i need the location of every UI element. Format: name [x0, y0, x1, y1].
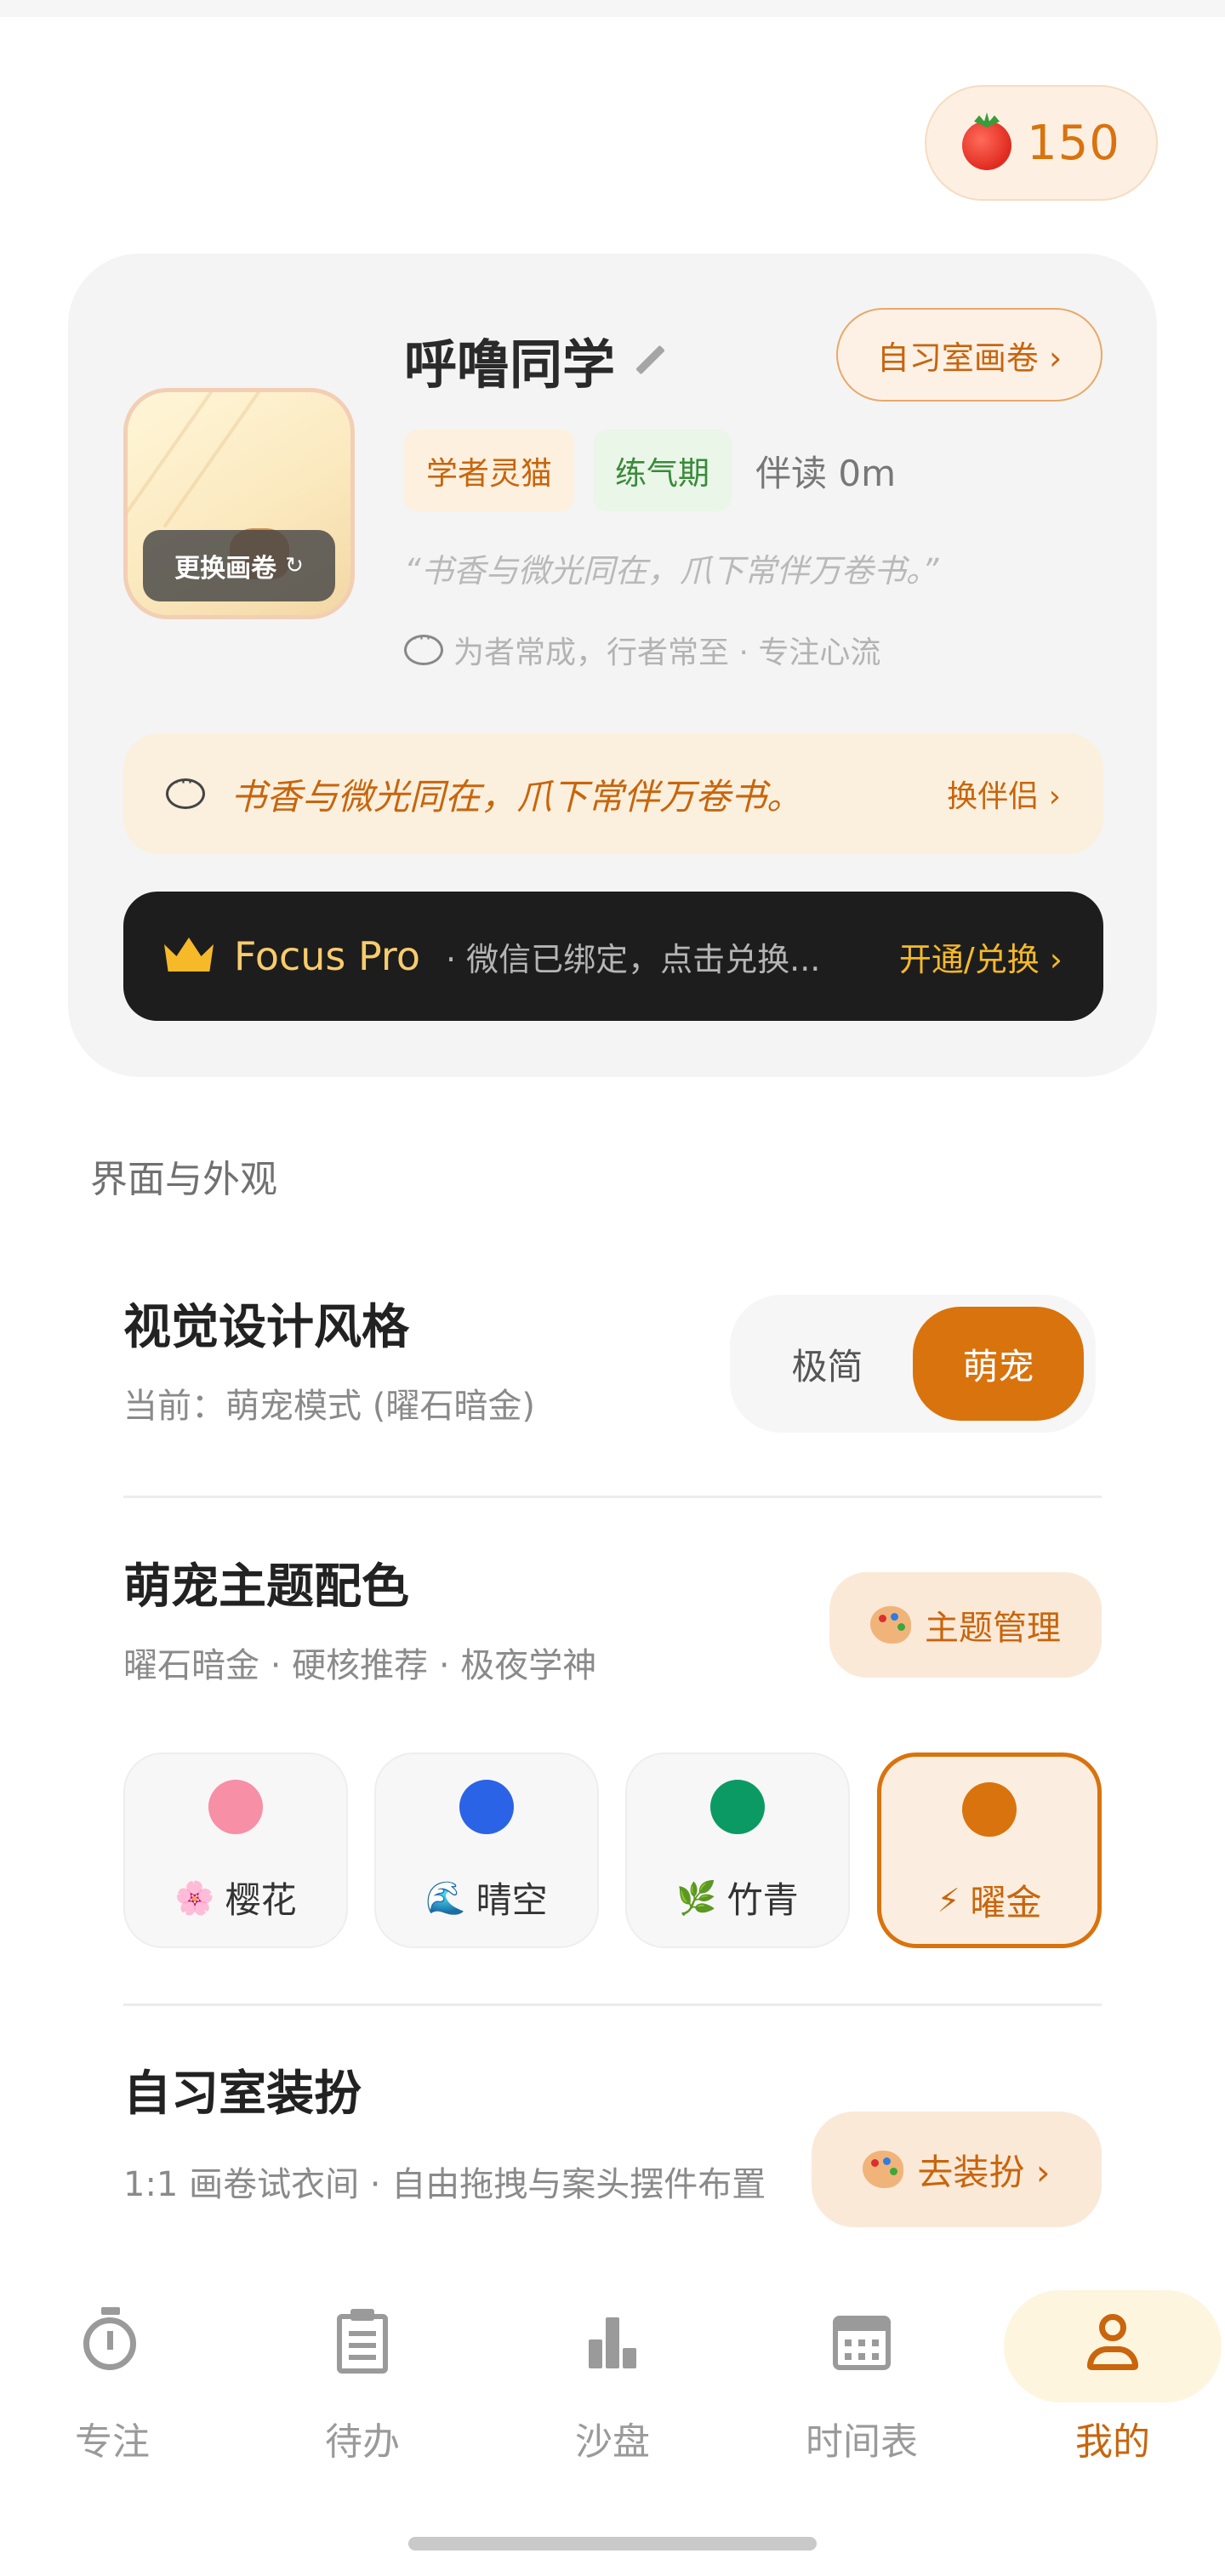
swatch-label: 樱花 — [225, 1879, 297, 1921]
style-row-subtitle: 当前：萌宠模式 (曜石暗金) — [123, 1387, 535, 1426]
theme-swatch-bamboo[interactable]: 🌿 竹青 — [625, 1752, 850, 1948]
divider — [123, 1496, 1102, 1498]
rank-tag: 学者灵猫 — [404, 430, 574, 511]
clipboard-icon — [328, 2307, 396, 2375]
pro-activate-link[interactable]: 开通/兑换 › — [899, 933, 1063, 980]
palette-icon — [863, 2151, 904, 2188]
wave-icon: 🌊 — [425, 1878, 466, 1917]
swatch-color-dot — [710, 1780, 765, 1834]
dress-row-title: 自习室装扮 — [123, 2066, 362, 2122]
nav-label: 沙盘 — [575, 2420, 650, 2464]
nav-item-me[interactable]: 我的 — [1002, 2263, 1223, 2467]
style-segmented-control: 极简 萌宠 — [730, 1295, 1096, 1433]
companion-banner[interactable]: 书香与微光同在，爪下常伴万卷书。 换伴侣 › — [123, 733, 1103, 854]
nav-label: 专注 — [75, 2420, 150, 2464]
divider — [123, 2003, 1102, 2006]
theme-row-title: 萌宠主题配色 — [123, 1559, 409, 1615]
theme-swatch-sky[interactable]: 🌊 晴空 — [374, 1752, 599, 1948]
crown-icon — [164, 938, 214, 975]
motto-text: 为者常成，行者常至 · 专注心流 — [453, 635, 881, 670]
nav-item-todo[interactable]: 待办 — [252, 2263, 473, 2467]
avatar[interactable]: 更换画卷 ↻ — [123, 388, 355, 619]
nav-item-schedule[interactable]: 时间表 — [751, 2263, 972, 2467]
theme-manage-label: 主题管理 — [925, 1609, 1061, 1648]
pro-subtitle: · 微信已绑定，点击兑换... — [445, 940, 821, 978]
nav-label: 时间表 — [806, 2420, 918, 2464]
study-room-gallery-button[interactable]: 自习室画卷 › — [836, 308, 1102, 402]
profile-quote: “书香与微光同在，爪下常伴万卷书。” — [404, 552, 939, 590]
lightning-icon: ⚡ — [937, 1881, 960, 1919]
style-option-minimal[interactable]: 极简 — [742, 1307, 913, 1421]
palette-icon — [870, 1606, 911, 1644]
tomato-count: 150 — [1027, 115, 1120, 171]
swatch-color-dot — [962, 1782, 1017, 1837]
nav-label: 待办 — [325, 2420, 400, 2464]
person-icon — [1079, 2307, 1147, 2375]
swatch-color-dot — [208, 1780, 263, 1834]
chat-bubble-icon — [404, 629, 443, 665]
section-title-appearance: 界面与外观 — [90, 1158, 277, 1201]
status-strip — [0, 0, 1225, 17]
change-scroll-button[interactable]: 更换画卷 ↻ — [143, 530, 335, 601]
swatch-label: 竹青 — [726, 1879, 799, 1921]
cherry-blossom-icon: 🌸 — [174, 1878, 215, 1917]
focus-pro-banner[interactable]: Focus Pro · 微信已绑定，点击兑换... 开通/兑换 › — [123, 892, 1103, 1021]
swatch-color-dot — [459, 1780, 514, 1834]
profile-motto: 为者常成，行者常至 · 专注心流 — [404, 628, 880, 672]
companion-line: 书香与微光同在，爪下常伴万卷书。 — [231, 775, 803, 818]
change-scroll-label: 更换画卷 — [174, 554, 277, 584]
pencil-icon[interactable] — [632, 343, 666, 377]
calendar-icon — [828, 2307, 896, 2375]
theme-swatch-gold[interactable]: ⚡ 曜金 — [877, 1752, 1102, 1948]
nav-label: 我的 — [1075, 2420, 1150, 2464]
tomato-balance-pill[interactable]: 150 — [925, 85, 1158, 201]
profile-card: 更换画卷 ↻ 呼噜同学 自习室画卷 › 学者灵猫 练气期 伴读 0m “书香与微… — [68, 254, 1157, 1077]
chat-bubble-icon — [166, 772, 205, 809]
pro-title: Focus Pro — [234, 933, 420, 979]
tomato-icon — [962, 121, 1012, 170]
nav-item-sandbox[interactable]: 沙盘 — [502, 2263, 723, 2467]
light-ray — [162, 392, 283, 528]
swatch-label: 曜金 — [970, 1882, 1042, 1923]
dress-row-subtitle: 1:1 画卷试衣间 · 自由拖拽与案头摆件布置 — [123, 2165, 766, 2204]
style-option-pet[interactable]: 萌宠 — [913, 1307, 1084, 1421]
username: 呼噜同学 — [404, 333, 616, 396]
change-companion-link[interactable]: 换伴侣 › — [947, 772, 1061, 816]
profile-tags: 学者灵猫 练气期 伴读 0m — [404, 430, 901, 511]
theme-swatch-sakura[interactable]: 🌸 樱花 — [123, 1752, 348, 1948]
bar-chart-icon — [578, 2307, 647, 2375]
herb-icon: 🌿 — [676, 1878, 717, 1917]
nav-item-focus[interactable]: 专注 — [2, 2263, 223, 2467]
dress-up-label: 去装扮 › — [917, 2151, 1051, 2193]
theme-manage-button[interactable]: 主题管理 — [829, 1572, 1102, 1678]
timer-icon — [78, 2307, 146, 2375]
companion-time: 伴读 0m — [755, 452, 896, 494]
bottom-nav: 专注 待办 沙盘 时间表 我的 — [0, 2263, 1225, 2576]
swatch-label: 晴空 — [476, 1879, 548, 1921]
home-indicator — [408, 2537, 817, 2550]
dress-up-button[interactable]: 去装扮 › — [812, 2112, 1102, 2227]
style-row-title: 视觉设计风格 — [123, 1300, 409, 1355]
theme-row-subtitle: 曜石暗金 · 硬核推荐 · 极夜学神 — [123, 1646, 597, 1685]
refresh-icon: ↻ — [285, 553, 304, 578]
level-tag: 练气期 — [593, 430, 732, 511]
username-row: 呼噜同学 — [404, 322, 666, 398]
